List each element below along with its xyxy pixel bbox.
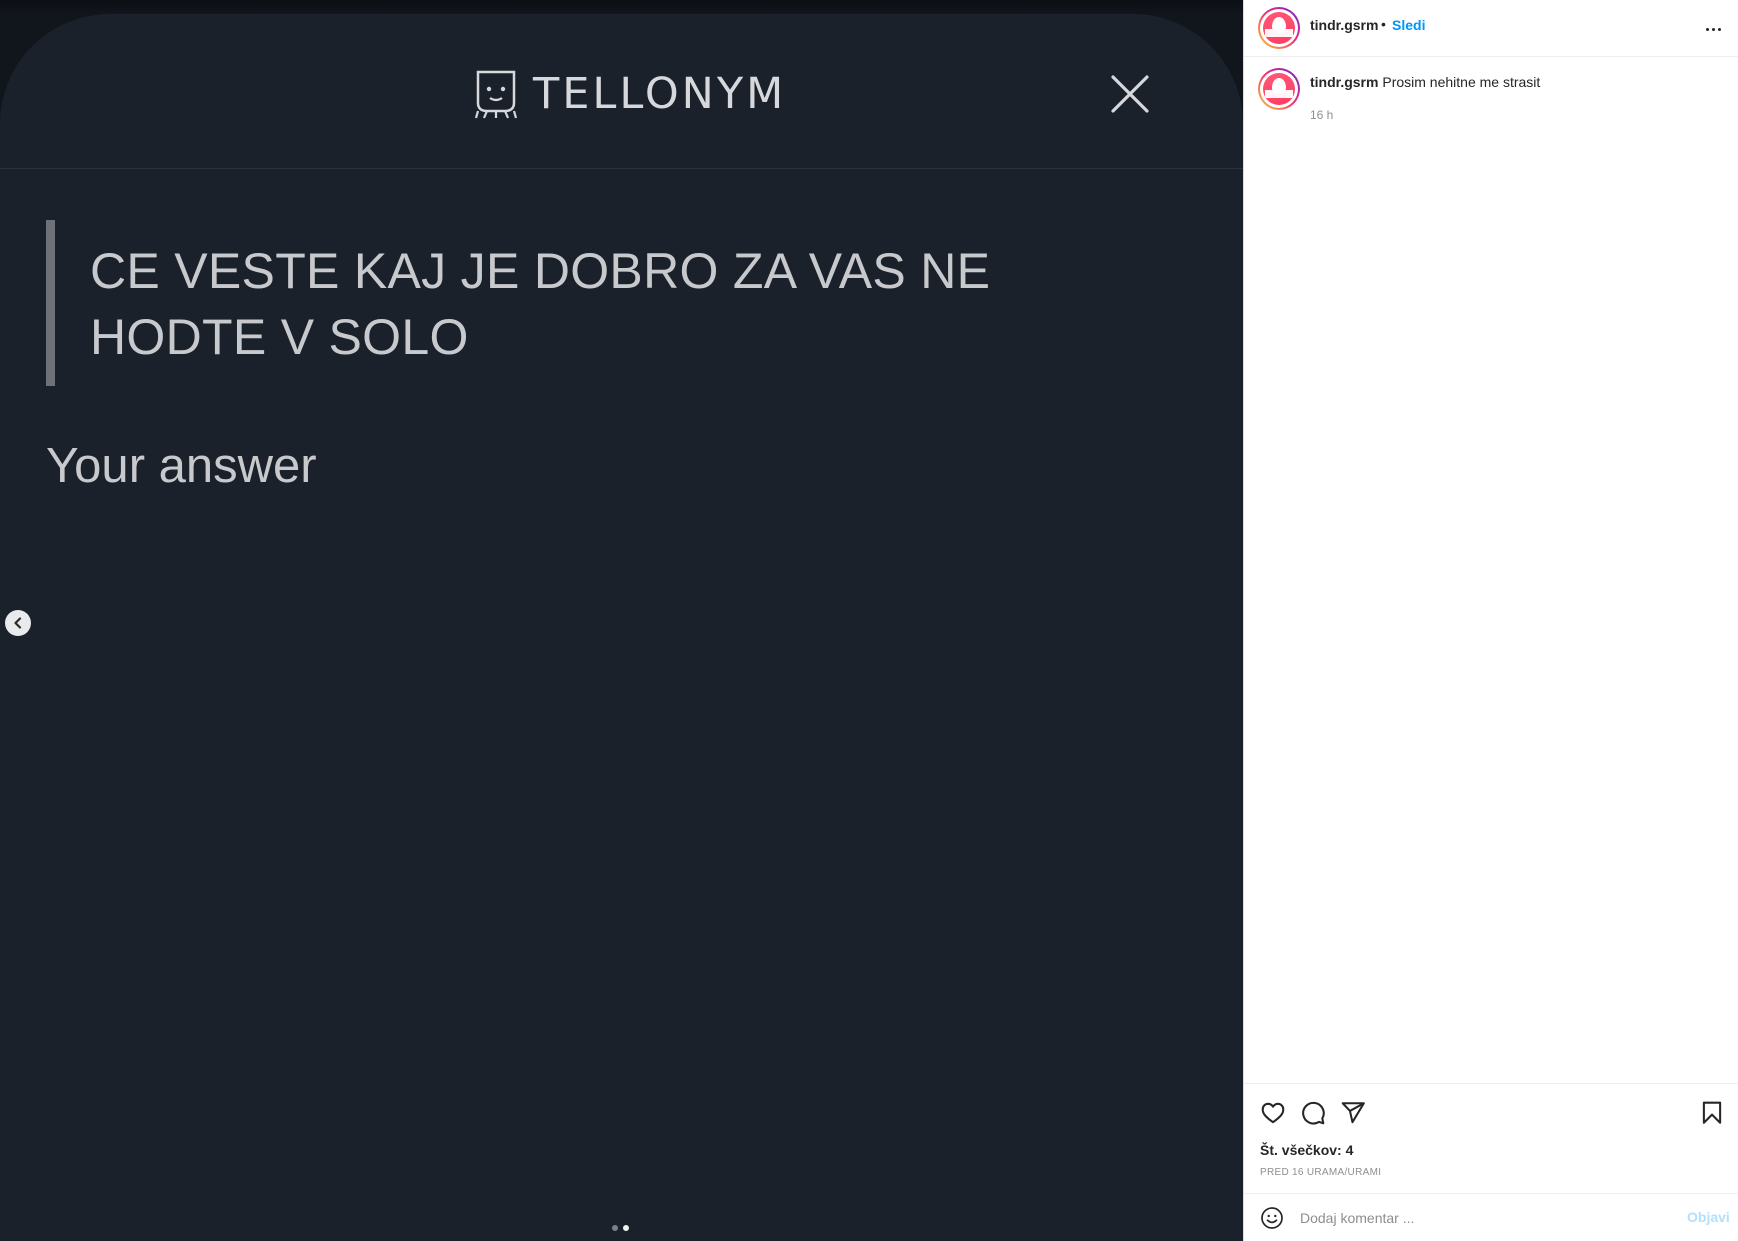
avatar[interactable]: [1258, 7, 1300, 49]
share-icon[interactable]: [1340, 1100, 1366, 1126]
heart-icon[interactable]: [1260, 1100, 1286, 1126]
post-comment-button[interactable]: Objavi: [1687, 1209, 1730, 1225]
follow-button[interactable]: Sledi: [1392, 17, 1425, 33]
chevron-left-icon: [14, 617, 22, 629]
answer-label: Your answer: [46, 439, 317, 493]
more-options-button[interactable]: [1701, 17, 1725, 41]
post-caption: tindr.gsrm Prosim nehitne me strasit: [1310, 74, 1720, 90]
post-media: TELLONYM CE VESTE KAJ JE DOBRO ZA VAS NE…: [0, 0, 1243, 1241]
carousel-dot-active: [623, 1225, 629, 1231]
instagram-post-viewer: TELLONYM CE VESTE KAJ JE DOBRO ZA VAS NE…: [0, 0, 1738, 1241]
close-icon[interactable]: [1108, 72, 1152, 116]
more-icon: [1705, 27, 1709, 31]
caption-timestamp[interactable]: 16 h: [1310, 108, 1333, 122]
comment-form: Objavi: [1244, 1193, 1738, 1241]
question-text: CE VESTE KAJ JE DOBRO ZA VAS NE HODTE V …: [90, 243, 991, 365]
tellonym-question: CE VESTE KAJ JE DOBRO ZA VAS NE HODTE V …: [46, 220, 1176, 386]
carousel-prev-button[interactable]: [5, 610, 31, 636]
caption-text: Prosim nehitne me strasit: [1382, 74, 1541, 90]
post-sidebar: tindr.gsrm • Sledi tindr.gsrm Prosim neh…: [1243, 0, 1738, 1241]
username-link[interactable]: tindr.gsrm: [1310, 17, 1378, 33]
tellonym-screenshot: TELLONYM CE VESTE KAJ JE DOBRO ZA VAS NE…: [0, 14, 1243, 1241]
post-header: tindr.gsrm • Sledi: [1244, 0, 1738, 57]
carousel-indicator: [612, 1225, 629, 1231]
likes-count[interactable]: Št. všečkov: 4: [1260, 1142, 1353, 1158]
comment-icon[interactable]: [1300, 1100, 1326, 1126]
emoji-icon[interactable]: [1260, 1206, 1284, 1230]
tellonym-logo-icon: [475, 70, 517, 119]
bookmark-icon[interactable]: [1699, 1100, 1725, 1126]
tellonym-logo: TELLONYM: [475, 64, 786, 124]
tellonym-header: TELLONYM: [0, 14, 1243, 169]
comment-input[interactable]: [1300, 1204, 1640, 1232]
tellonym-logo-text: TELLONYM: [533, 69, 787, 119]
caption-username[interactable]: tindr.gsrm: [1310, 74, 1378, 90]
caption-avatar[interactable]: [1258, 68, 1300, 110]
post-actions: Št. všečkov: 4 PRED 16 URAMA/URAMI: [1244, 1083, 1738, 1193]
post-date[interactable]: PRED 16 URAMA/URAMI: [1260, 1167, 1381, 1178]
carousel-dot: [612, 1225, 618, 1231]
separator-dot: •: [1381, 16, 1386, 32]
